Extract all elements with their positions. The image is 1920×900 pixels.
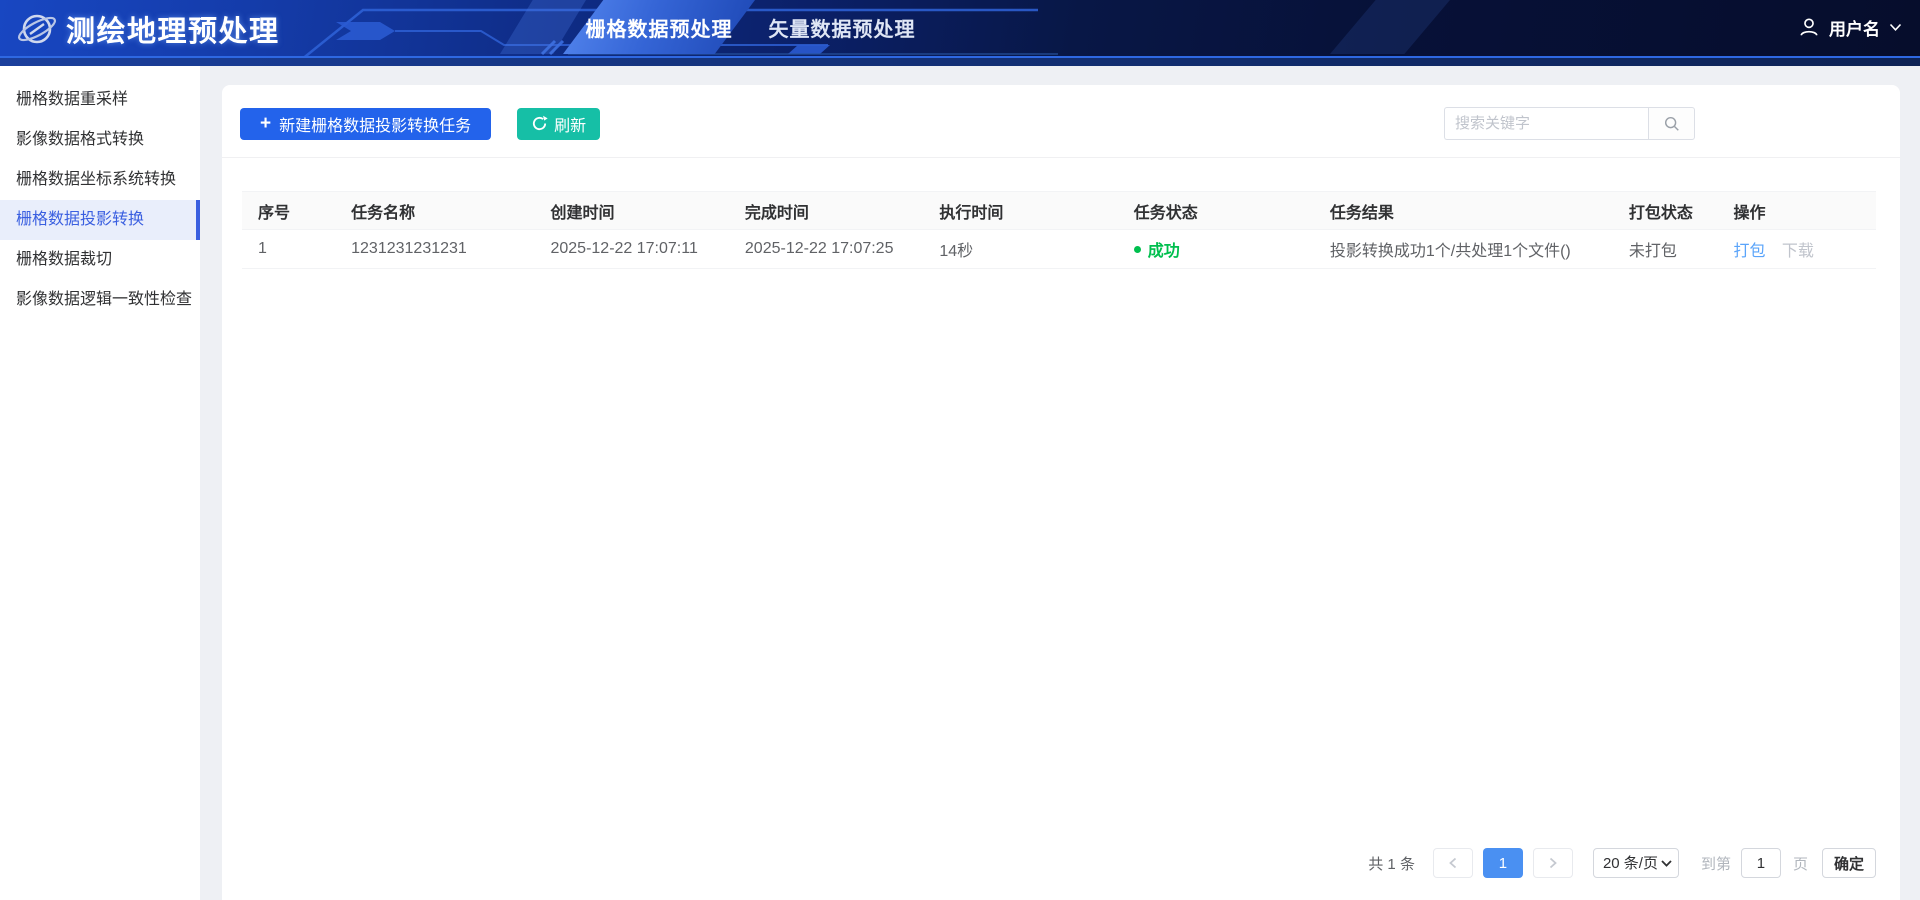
table-header-row: 序号 任务名称 创建时间 完成时间 执行时间 任务状态 任务结果 打包状态 操作 bbox=[242, 192, 1876, 230]
col-index: 序号 bbox=[242, 192, 335, 230]
cell-package-status: 未打包 bbox=[1613, 230, 1718, 269]
plus-icon: + bbox=[260, 114, 271, 133]
download-link[interactable]: 下载 bbox=[1782, 243, 1814, 260]
toolbar: + 新建栅格数据投影转换任务 刷新 bbox=[222, 85, 1900, 158]
user-icon bbox=[1798, 16, 1820, 38]
pagination: 共 1 条 1 20 条/页 bbox=[222, 848, 1900, 900]
goto-page-input[interactable] bbox=[1741, 848, 1781, 878]
cell-finished-at: 2025-12-22 17:07:25 bbox=[729, 230, 923, 269]
sidebar-item-raster-projection-convert[interactable]: 栅格数据投影转换 bbox=[0, 200, 200, 240]
chevron-left-icon bbox=[1448, 857, 1458, 869]
package-link[interactable]: 打包 bbox=[1733, 243, 1765, 260]
content-card: + 新建栅格数据投影转换任务 刷新 bbox=[222, 85, 1900, 900]
header-bottom-band bbox=[0, 56, 1920, 66]
pagination-total: 共 1 条 bbox=[1368, 853, 1415, 874]
status-dot bbox=[1134, 246, 1141, 253]
status-text: 成功 bbox=[1148, 237, 1180, 261]
col-duration: 执行时间 bbox=[923, 192, 1117, 230]
user-menu[interactable]: 用户名 bbox=[1798, 0, 1902, 54]
new-task-button[interactable]: + 新建栅格数据投影转换任务 bbox=[240, 108, 491, 140]
col-task-name: 任务名称 bbox=[335, 192, 534, 230]
col-created-at: 创建时间 bbox=[534, 192, 728, 230]
user-name: 用户名 bbox=[1829, 15, 1880, 40]
app-header: 测绘地理预处理 栅格数据预处理 矢量数据预处理 用户名 bbox=[0, 0, 1920, 66]
top-tabs: 栅格数据预处理 矢量数据预处理 bbox=[0, 0, 1920, 54]
page-size-select-wrap: 20 条/页 bbox=[1593, 848, 1679, 878]
task-table-wrap: 序号 任务名称 创建时间 完成时间 执行时间 任务状态 任务结果 打包状态 操作 bbox=[242, 191, 1876, 848]
content-area: + 新建栅格数据投影转换任务 刷新 bbox=[200, 66, 1920, 900]
cell-result: 投影转换成功1个/共处理1个文件() bbox=[1314, 230, 1613, 269]
cell-status: 成功 bbox=[1118, 230, 1314, 269]
chevron-right-icon bbox=[1548, 857, 1558, 869]
col-status: 任务状态 bbox=[1118, 192, 1314, 230]
col-result: 任务结果 bbox=[1314, 192, 1613, 230]
sidebar: 栅格数据重采样 影像数据格式转换 栅格数据坐标系统转换 栅格数据投影转换 栅格数… bbox=[0, 66, 200, 900]
confirm-button[interactable]: 确定 bbox=[1822, 848, 1876, 878]
refresh-icon bbox=[531, 115, 548, 132]
tab-vector-preprocess[interactable]: 矢量数据预处理 bbox=[763, 0, 921, 54]
prev-page-button[interactable] bbox=[1433, 848, 1473, 878]
col-package-status: 打包状态 bbox=[1613, 192, 1718, 230]
goto-suffix-label: 页 bbox=[1793, 853, 1808, 874]
sidebar-item-raster-coordinate-convert[interactable]: 栅格数据坐标系统转换 bbox=[0, 160, 200, 200]
cell-created-at: 2025-12-22 17:07:11 bbox=[534, 230, 728, 269]
tab-label: 栅格数据预处理 bbox=[563, 0, 755, 54]
tab-raster-preprocess[interactable]: 栅格数据预处理 bbox=[563, 0, 755, 54]
refresh-label: 刷新 bbox=[554, 112, 586, 136]
cell-actions: 打包 下载 bbox=[1717, 230, 1876, 269]
search-group bbox=[1444, 107, 1695, 140]
next-page-button[interactable] bbox=[1533, 848, 1573, 878]
task-table: 序号 任务名称 创建时间 完成时间 执行时间 任务状态 任务结果 打包状态 操作 bbox=[242, 191, 1876, 269]
new-task-label: 新建栅格数据投影转换任务 bbox=[279, 112, 471, 136]
goto-prefix-label: 到第 bbox=[1701, 853, 1731, 874]
search-icon bbox=[1663, 115, 1681, 133]
sidebar-item-image-logic-consistency-check[interactable]: 影像数据逻辑一致性检查 bbox=[0, 280, 200, 320]
col-actions: 操作 bbox=[1717, 192, 1876, 230]
cell-index: 1 bbox=[242, 230, 335, 269]
search-input[interactable] bbox=[1444, 107, 1648, 140]
cell-duration: 14秒 bbox=[923, 230, 1117, 269]
sidebar-item-raster-clip[interactable]: 栅格数据裁切 bbox=[0, 240, 200, 280]
table-row: 1 1231231231231 2025-12-22 17:07:11 2025… bbox=[242, 230, 1876, 269]
col-finished-at: 完成时间 bbox=[729, 192, 923, 230]
current-page-button[interactable]: 1 bbox=[1483, 848, 1523, 878]
chevron-down-icon bbox=[1889, 23, 1902, 32]
sidebar-item-image-format-convert[interactable]: 影像数据格式转换 bbox=[0, 120, 200, 160]
cell-task-name: 1231231231231 bbox=[335, 230, 534, 269]
refresh-button[interactable]: 刷新 bbox=[517, 108, 600, 140]
search-button[interactable] bbox=[1648, 107, 1695, 140]
page-size-select[interactable]: 20 条/页 bbox=[1593, 848, 1679, 878]
sidebar-item-raster-resample[interactable]: 栅格数据重采样 bbox=[0, 80, 200, 120]
